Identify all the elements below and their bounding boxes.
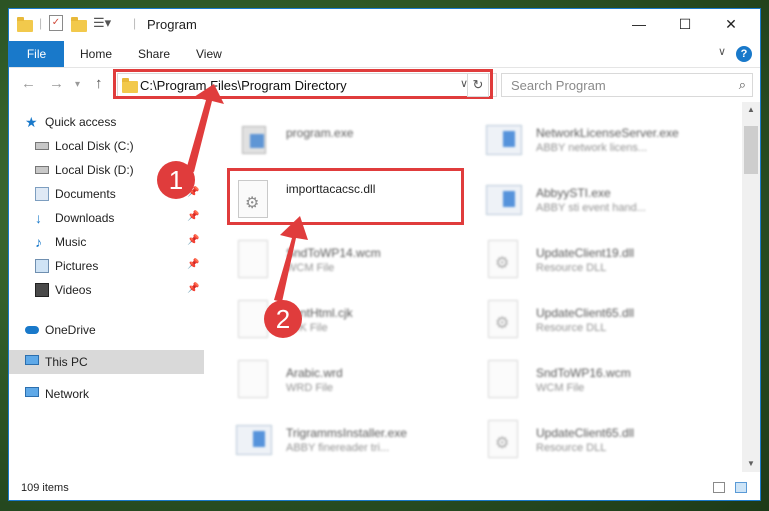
step-2-label: 2 <box>276 304 290 334</box>
arrow-1 <box>186 84 224 172</box>
arrow-2 <box>274 216 308 302</box>
step-1-label: 1 <box>169 165 183 195</box>
annotation-overlay: 1 2 <box>157 84 308 338</box>
